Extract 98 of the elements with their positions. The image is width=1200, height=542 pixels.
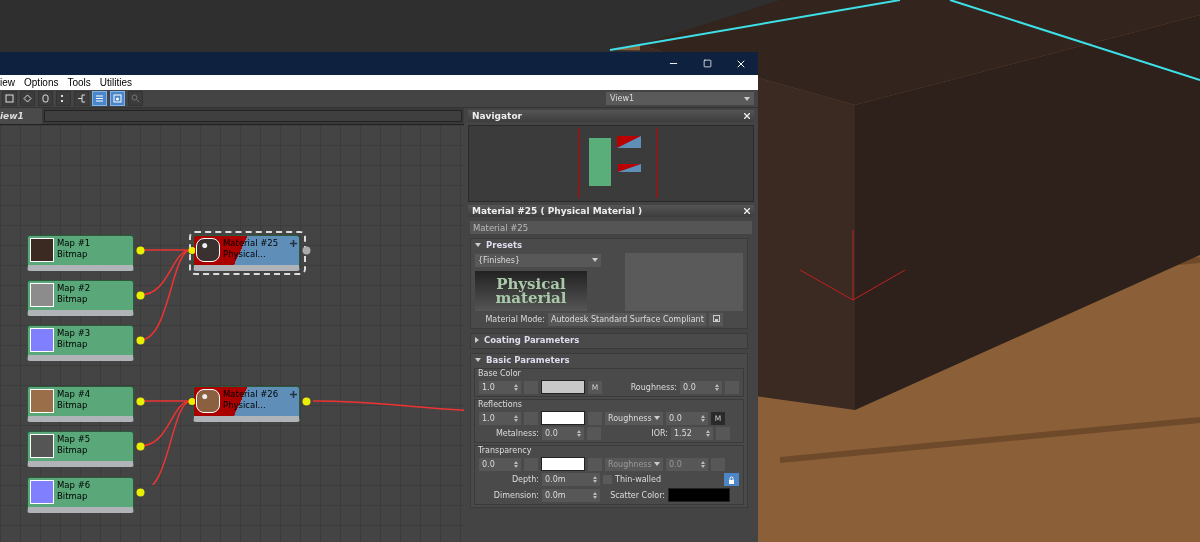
zero-icon (41, 94, 50, 103)
spinner-arrows-icon[interactable] (514, 460, 518, 468)
rollout-header[interactable]: Presets (471, 239, 747, 251)
map-node[interactable]: Map #5 Bitmap (27, 431, 134, 467)
node-title: Map #4 (57, 389, 91, 400)
node-title: Map #2 (57, 283, 91, 294)
metalness-label: Metalness: (494, 429, 539, 438)
output-socket-icon[interactable] (136, 442, 145, 451)
node-title: Map #3 (57, 328, 91, 339)
plus-icon[interactable] (290, 391, 297, 398)
menu-item[interactable]: iew (0, 77, 15, 88)
group-title: Base Color (477, 369, 522, 378)
node-type: Bitmap (57, 491, 89, 502)
spinner-arrows-icon[interactable] (514, 383, 518, 391)
output-socket-icon[interactable] (136, 488, 145, 497)
caret-icon (592, 258, 598, 262)
dimension-label: Dimension: (492, 490, 539, 500)
maximize-icon (702, 59, 712, 68)
plus-icon[interactable] (290, 240, 297, 247)
scatter-color-label: Scatter Color: (609, 490, 665, 500)
output-socket-icon[interactable] (136, 397, 145, 406)
color-swatch[interactable] (668, 488, 730, 502)
lock-icon (728, 475, 735, 484)
group-title: Reflections (477, 400, 523, 409)
output-socket-icon[interactable] (136, 246, 145, 255)
caret-icon (744, 96, 750, 101)
view-dropdown[interactable]: View1 (606, 92, 754, 105)
list-icon (95, 94, 104, 103)
map-node[interactable]: Map #6 Bitmap (27, 477, 134, 513)
ior-label: IOR: (650, 429, 668, 438)
mode-label: Material Mode: (484, 315, 545, 324)
toolbar-button[interactable] (38, 91, 53, 106)
toolbar-button[interactable] (74, 91, 89, 106)
map-node[interactable]: Map #2 Bitmap (27, 280, 134, 316)
input-socket-icon[interactable] (188, 246, 195, 255)
close-icon[interactable] (744, 113, 750, 119)
toolbar-button[interactable] (20, 91, 35, 106)
view-tab[interactable]: iew1 (0, 108, 42, 124)
node-title: Map #5 (57, 434, 91, 445)
window-icon (113, 94, 122, 103)
roughness-label: Roughness: (629, 382, 677, 392)
weight-spinner[interactable]: 1.0 (479, 380, 521, 394)
color-swatch[interactable] (541, 457, 585, 471)
node-title: Map #1 (57, 238, 91, 249)
panel-title: Material #25 ( Physical Material ) (472, 206, 642, 216)
material-name-field[interactable]: Material #25 (470, 221, 752, 234)
output-socket-icon[interactable] (136, 291, 145, 300)
menu-item[interactable]: Tools (67, 77, 91, 88)
square-icon (5, 94, 14, 103)
output-socket-icon[interactable] (136, 336, 145, 345)
spinner-arrows-icon[interactable] (715, 383, 719, 391)
node-type: Bitmap (57, 294, 89, 305)
map-node[interactable]: Map #4 Bitmap (27, 386, 134, 422)
save-button[interactable] (709, 313, 723, 326)
spinner-arrows-icon[interactable] (593, 491, 597, 499)
close-icon[interactable] (744, 208, 750, 214)
group-title: Transparency (477, 446, 533, 455)
output-socket-icon[interactable] (302, 397, 311, 406)
spinner-arrows-icon[interactable] (701, 414, 705, 422)
spinner-arrows-icon[interactable] (577, 430, 581, 437)
menu-item[interactable]: Options (24, 77, 59, 88)
toolbar-button[interactable] (56, 91, 71, 106)
panel-title: Navigator (472, 111, 522, 121)
depth-label: Depth: (510, 475, 539, 484)
caret-icon (654, 416, 660, 420)
preset-dropdown[interactable]: {Finishes} (475, 253, 601, 267)
branch-icon (77, 94, 86, 103)
menu-item[interactable]: Utilities (99, 77, 133, 88)
weight-spinner[interactable]: 1.0 (479, 411, 521, 425)
checkbox-label: Thin-walled (615, 475, 662, 484)
output-socket-icon[interactable] (302, 246, 311, 255)
input-socket-icon[interactable] (188, 397, 195, 406)
map-node[interactable]: Map #3 Bitmap (27, 325, 134, 361)
node-type: Bitmap (57, 339, 89, 350)
caret-icon (654, 462, 660, 466)
ior-spinner[interactable]: 1.52 (671, 427, 713, 440)
material-mode-dropdown[interactable]: Autodesk Standard Surface Compliant (548, 313, 706, 326)
roughness-dropdown[interactable]: Roughness (605, 411, 663, 425)
color-swatch[interactable] (541, 411, 585, 425)
rollout-header[interactable]: Basic Parameters (471, 354, 747, 366)
spinner-arrows-icon[interactable] (514, 414, 518, 422)
toolbar-button[interactable] (2, 91, 17, 106)
rollout-header[interactable]: Coating Parameters (471, 334, 747, 346)
spinner-arrows-icon[interactable] (701, 460, 705, 468)
material-logo: Physical material (475, 270, 587, 311)
node-type: Bitmap (57, 249, 89, 260)
spinner-arrows-icon[interactable] (593, 476, 597, 483)
roughness-spinner[interactable]: 0.0 (666, 411, 708, 425)
metalness-spinner[interactable]: 0.0 (542, 427, 584, 440)
search-icon (131, 94, 140, 103)
spinner-arrows-icon[interactable] (706, 430, 710, 437)
node-title: Map #6 (57, 480, 91, 491)
map-node[interactable]: Map #1 Bitmap (27, 235, 134, 271)
node-type: Bitmap (57, 400, 89, 411)
diamond-icon (23, 94, 32, 103)
roughness-spinner[interactable]: 0.0 (680, 380, 722, 394)
color-swatch[interactable] (541, 380, 585, 394)
node-type: Bitmap (57, 445, 89, 456)
